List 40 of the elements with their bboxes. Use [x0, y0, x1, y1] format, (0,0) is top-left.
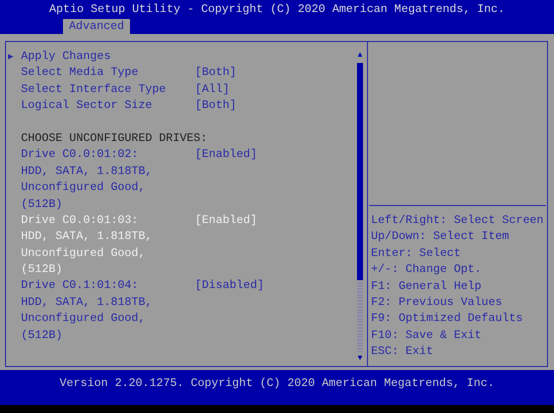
drive-detail: Unconfigured Good, [21, 180, 146, 196]
drive-detail: (512B) [21, 196, 62, 213]
submenu-arrow-icon: ▶ [8, 49, 21, 66]
drive-detail: HDD, SATA, 1.818TB, [21, 229, 152, 246]
setting-value[interactable]: [Enabled] [195, 212, 258, 230]
setting-value[interactable]: [Disabled] [195, 278, 264, 295]
scrollbar-thumb[interactable] [357, 63, 363, 280]
help-text: F1: General Help [371, 278, 482, 295]
scrollbar-track[interactable] [357, 63, 363, 352]
menu-item[interactable]: Apply Changes [21, 49, 111, 66]
help-text: Left/Right: Select Screen [371, 213, 544, 229]
scroll-up-arrow[interactable]: ▲ [358, 49, 362, 63]
help-text: F10: Save & Exit [371, 328, 482, 344]
help-text: F9: Optimized Defaults [371, 311, 523, 328]
scroll-down-arrow[interactable]: ▼ [358, 352, 362, 366]
setting-value[interactable]: [Both] [195, 65, 236, 82]
setting-value[interactable]: [All] [195, 82, 230, 98]
setting-value[interactable]: [Both] [195, 98, 236, 115]
setting-label[interactable]: Select Media Type [21, 65, 195, 82]
drive-label[interactable]: Drive C0.1:01:04: [21, 278, 195, 295]
setting-label[interactable]: Logical Sector Size [21, 98, 195, 115]
version-text: Version 2.20.1275. Copyright (C) 2020 American Megatrends, Inc. [60, 377, 494, 392]
drive-label[interactable]: Drive C0.0:01:03: [21, 212, 195, 230]
setting-label[interactable]: Select Interface Type [21, 82, 195, 98]
drive-detail: Unconfigured Good, [21, 311, 146, 328]
tab[interactable]: Advanced [63, 19, 130, 34]
section-heading: CHOOSE UNCONFIGURED DRIVES: [21, 130, 208, 147]
help-text: +/-: Change Opt. [371, 262, 482, 278]
help-text: F2: Previous Values [371, 294, 502, 311]
help-text: Enter: Select [371, 246, 461, 262]
window-title: Aptio Setup Utility - Copyright (C) 2020 American Megatrends, Inc. [49, 2, 505, 18]
drive-label[interactable]: Drive C0.0:01:02: [21, 147, 195, 164]
drive-detail: (512B) [21, 328, 62, 344]
help-text: ESC: Exit [371, 344, 434, 360]
setting-value[interactable]: [Enabled] [195, 147, 258, 164]
drive-detail: Unconfigured Good, [21, 246, 146, 262]
drive-detail: HDD, SATA, 1.818TB, [21, 294, 152, 311]
help-text: Up/Down: Select Item [371, 229, 510, 246]
drive-detail: (512B) [21, 262, 62, 278]
drive-detail: HDD, SATA, 1.818TB, [21, 164, 152, 180]
